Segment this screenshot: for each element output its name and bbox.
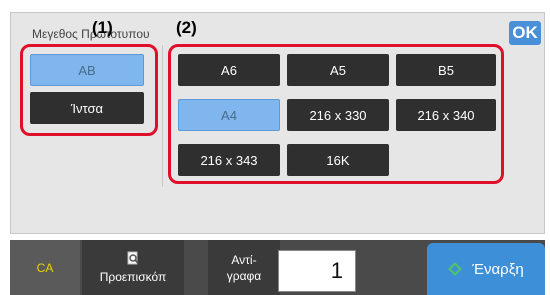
- ok-button[interactable]: OK: [509, 21, 541, 45]
- start-button[interactable]: Έναρξη: [427, 243, 545, 295]
- copies-label: Αντί- γραφα: [208, 240, 280, 295]
- preview-button[interactable]: Προεπισκόπ: [82, 240, 184, 295]
- preview-label: Προεπισκόπ: [99, 270, 167, 284]
- diamond-start-icon: [448, 262, 463, 276]
- panel-divider: [162, 45, 163, 187]
- callout-label-1: (1): [92, 18, 113, 37]
- highlight-box-2: [168, 44, 504, 184]
- copies-label-line2: γραφα: [226, 268, 262, 283]
- panel-title: Μεγεθος Πρωτοτυπου: [32, 27, 150, 41]
- ca-button[interactable]: CA: [10, 240, 80, 295]
- magnifier-document-icon: [127, 251, 139, 265]
- copies-count-field[interactable]: 1: [278, 250, 356, 292]
- start-label: Έναρξη: [472, 260, 524, 278]
- copies-label-line1: Αντί-: [231, 252, 257, 267]
- callout-label-2: (2): [176, 18, 197, 37]
- highlight-box-1: [20, 44, 158, 136]
- original-size-screen: Μεγεθος Πρωτοτυπου OK AB Ίντσα A6 A5 B5 …: [0, 0, 550, 295]
